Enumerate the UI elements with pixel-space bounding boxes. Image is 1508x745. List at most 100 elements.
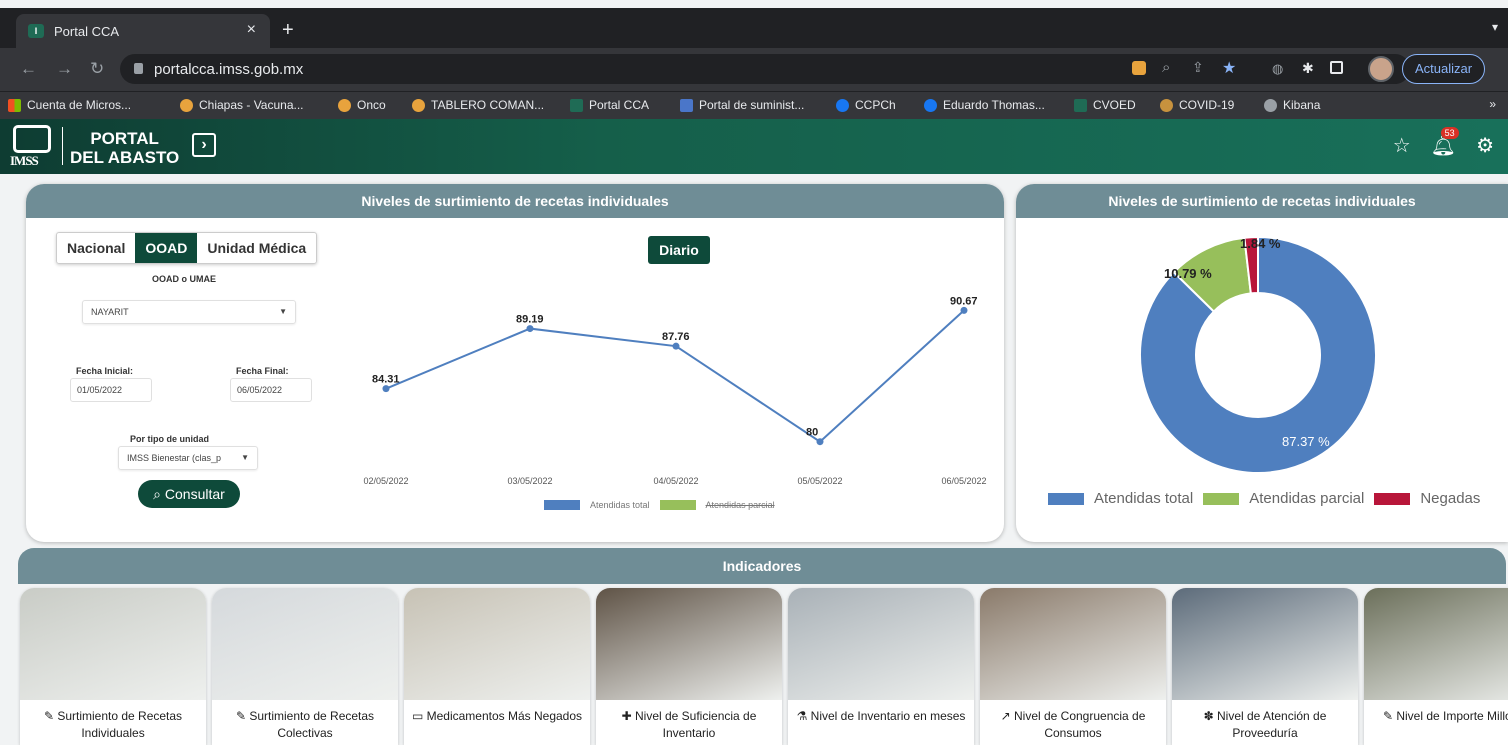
indicador-card[interactable]: ⚗ Nivel de Inventario en meses	[788, 588, 974, 745]
indicador-image	[980, 588, 1166, 700]
indicador-card[interactable]: ✽ Nivel de Atención de Proveeduría	[1172, 588, 1358, 745]
data-label: 84.31	[372, 374, 400, 386]
bookmark-item[interactable]: Chiapas - Vacuna...	[180, 98, 304, 112]
legend-label-total[interactable]: Atendidas total	[1094, 490, 1193, 507]
legend-label-parcial[interactable]: Atendidas parcial	[1249, 490, 1364, 507]
fecha-inicial-input[interactable]: 01/05/2022	[70, 378, 152, 402]
tipo-unidad-select[interactable]: IMSS Bienestar (clas_p ▼	[118, 446, 258, 470]
bookmark-item[interactable]: CCPCh	[836, 98, 896, 112]
data-point[interactable]	[672, 342, 680, 350]
update-button[interactable]: Actualizar	[1402, 54, 1486, 84]
indicadores-title: Indicadores	[18, 548, 1506, 584]
diario-button[interactable]: Diario	[648, 236, 710, 264]
indicador-card[interactable]: ▭ Medicamentos Más Negados	[404, 588, 590, 745]
consultar-button[interactable]: ⌕ Consultar	[138, 480, 240, 508]
indicador-label: ✚ Nivel de Suficiencia de Inventario	[621, 709, 757, 740]
sun-icon	[412, 98, 425, 112]
forward-icon[interactable]: →	[56, 59, 73, 79]
fecha-final-input[interactable]: 06/05/2022	[230, 378, 312, 402]
sidebar-toggle-button[interactable]: ›	[192, 133, 216, 157]
favorites-star-icon[interactable]: ☆	[1393, 133, 1411, 158]
card-title: Niveles de surtimiento de recetas indivi…	[26, 184, 1004, 218]
level-segmented-control: Nacional OOAD Unidad Médica	[56, 232, 318, 264]
circle-icon	[1160, 98, 1173, 112]
indicador-card[interactable]: ✎ Surtimiento de Recetas Colectivas	[212, 588, 398, 745]
data-label: 89.19	[516, 314, 544, 326]
notifications-bell-icon[interactable]: 🔔︎ 53	[1431, 127, 1459, 158]
imss-logo: IMSS	[10, 125, 56, 169]
ooad-label: OOAD o UMAE	[152, 274, 216, 284]
legend-label-parcial[interactable]: Atendidas parcial	[706, 500, 775, 510]
data-point[interactable]	[816, 438, 824, 446]
bookmark-item[interactable]: Portal de suminist...	[680, 98, 804, 112]
sun-icon	[180, 98, 193, 112]
indicador-card[interactable]: ✎ Surtimiento de Recetas Individuales	[20, 588, 206, 745]
extensions-puzzle-icon[interactable]: ✱	[1302, 60, 1314, 77]
line-chart-legend: Atendidas total Atendidas parcial	[544, 500, 775, 510]
indicador-image	[788, 588, 974, 700]
indicador-label: ✎ Surtimiento de Recetas Colectivas	[235, 709, 375, 740]
tab-search-icon[interactable]: ▾	[1492, 20, 1498, 34]
indicador-card[interactable]: ✎ Nivel de Importe Millones	[1364, 588, 1508, 745]
indicador-label: ▭ Medicamentos Más Negados	[411, 709, 583, 723]
indicador-image	[404, 588, 590, 700]
fecha-inicial-label: Fecha Inicial:	[76, 366, 134, 376]
indicador-label: ✎ Nivel de Importe Millones	[1382, 709, 1508, 723]
bookmark-item[interactable]: Cuenta de Micros...	[8, 98, 131, 112]
bookmark-item[interactable]: Portal CCA	[570, 98, 649, 112]
donut-legend: Atendidas total Atendidas parcial Negada…	[1048, 490, 1480, 507]
legend-label-total[interactable]: Atendidas total	[590, 500, 650, 510]
data-point[interactable]	[526, 325, 534, 333]
bookmark-item[interactable]: Kibana	[1264, 98, 1320, 112]
indicador-label: ✎ Surtimiento de Recetas Individuales	[43, 709, 183, 740]
portal-icon	[680, 98, 693, 112]
syringe-icon: ✎	[235, 709, 250, 723]
indicador-card[interactable]: ↗ Nivel de Congruencia de Consumos	[980, 588, 1166, 745]
profile-avatar[interactable]	[1368, 56, 1394, 82]
bookmark-item[interactable]: COVID-19	[1160, 98, 1234, 112]
bookmark-item[interactable]: Onco	[338, 98, 386, 112]
imss-icon	[570, 98, 583, 112]
back-icon[interactable]: ←	[20, 59, 37, 79]
portal-title: PORTAL DEL ABASTO	[70, 129, 180, 167]
line-chart-card: Niveles de surtimiento de recetas indivi…	[26, 184, 1004, 542]
syringe-icon: ✎	[43, 709, 58, 723]
indicador-label: ↗ Nivel de Congruencia de Consumos	[1000, 709, 1146, 740]
caret-down-icon: ▼	[279, 307, 287, 316]
new-tab-icon[interactable]: +	[282, 19, 294, 42]
flask-icon: ⚗	[796, 709, 811, 723]
segment-ooad[interactable]: OOAD	[135, 233, 198, 263]
ooad-select[interactable]: NAYARIT ▼	[82, 300, 296, 324]
lock-icon[interactable]	[134, 63, 143, 74]
caret-down-icon: ▼	[241, 453, 249, 462]
reload-icon[interactable]: ↻	[90, 59, 104, 79]
more-bookmarks-icon[interactable]: »	[1489, 97, 1496, 111]
indicador-card[interactable]: ✚ Nivel de Suficiencia de Inventario	[596, 588, 782, 745]
data-point[interactable]	[382, 385, 390, 393]
omnibox[interactable]: portalcca.imss.gob.mx ⌕ ⇪ ★	[120, 54, 1410, 84]
bookmark-item[interactable]: TABLERO COMAN...	[412, 98, 544, 112]
extension-icon[interactable]	[1132, 61, 1146, 75]
legend-label-negadas[interactable]: Negadas	[1420, 490, 1480, 507]
bookmark-item[interactable]: CVOED	[1074, 98, 1136, 112]
close-tab-icon[interactable]: ×	[247, 21, 256, 39]
search-icon: ⌕	[153, 486, 162, 502]
address-bar: ← → ↻ portalcca.imss.gob.mx ⌕ ⇪ ★ ◍ ✱ Ac…	[0, 48, 1508, 91]
legend-swatch-parcial	[659, 500, 696, 510]
share-icon[interactable]: ⇪	[1192, 59, 1204, 76]
indicador-image	[212, 588, 398, 700]
app-header: IMSS PORTAL DEL ABASTO › ☆ 🔔︎ 53 ⚙	[0, 119, 1508, 174]
url-text[interactable]: portalcca.imss.gob.mx	[154, 61, 303, 78]
bookmark-item[interactable]: Eduardo Thomas...	[924, 98, 1045, 112]
settings-gear-icon[interactable]: ⚙	[1476, 133, 1494, 158]
segment-nacional[interactable]: Nacional	[57, 233, 135, 263]
segment-unidad-medica[interactable]: Unidad Médica	[197, 233, 316, 263]
data-label: 87.76	[662, 331, 690, 343]
bookmark-star-icon[interactable]: ★	[1222, 58, 1236, 78]
side-panel-icon[interactable]	[1330, 61, 1343, 74]
browser-tab[interactable]: I Portal CCA ×	[16, 14, 270, 48]
translate-icon[interactable]: ◍	[1272, 61, 1283, 77]
data-point[interactable]	[960, 306, 968, 314]
donut-chart: 87.37 % 10.79 % 1.84 %	[1139, 235, 1377, 474]
zoom-icon[interactable]: ⌕	[1162, 59, 1170, 76]
